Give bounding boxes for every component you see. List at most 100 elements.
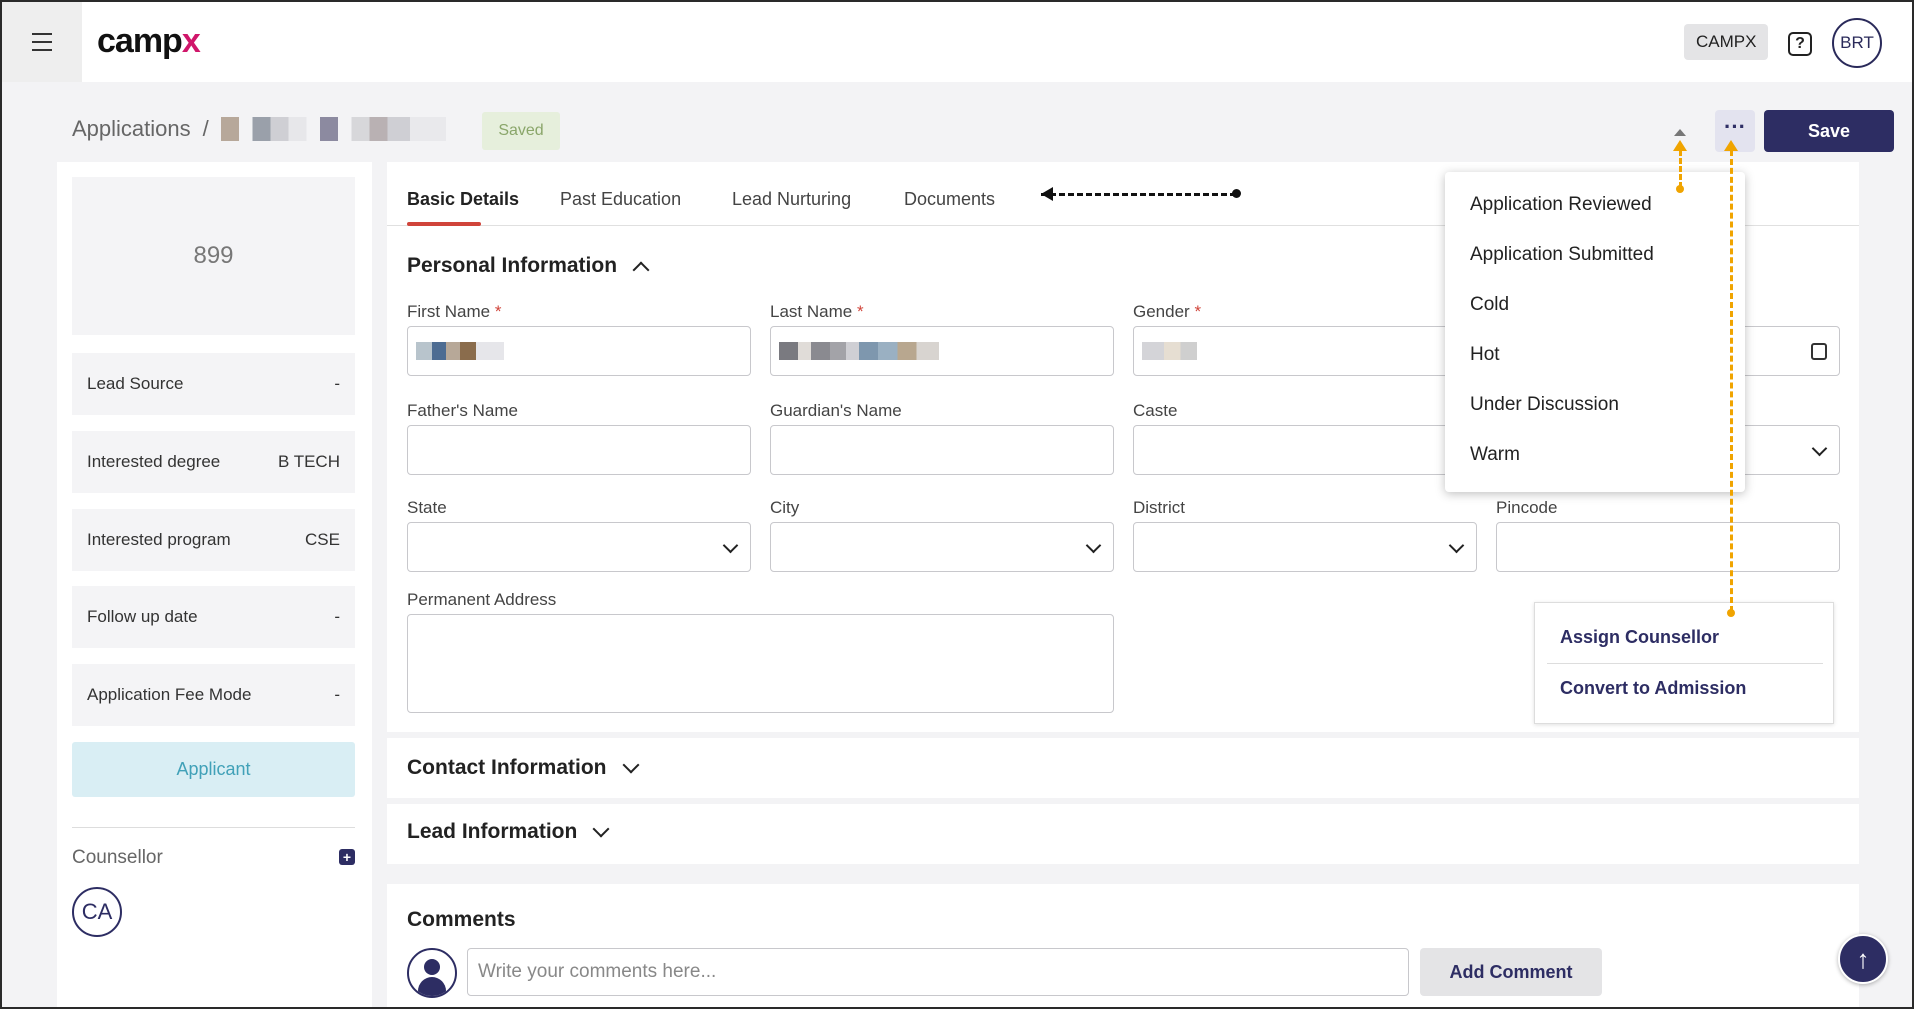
- more-options-menu: Assign Counsellor Convert to Admission: [1534, 602, 1834, 724]
- divider: [1547, 663, 1823, 664]
- annotation-arrow-line: [1041, 193, 1236, 196]
- breadcrumb-applications-link[interactable]: Applications: [72, 116, 191, 142]
- first-name-label: First Name *: [407, 302, 502, 321]
- add-counsellor-plus-icon[interactable]: +: [339, 849, 355, 865]
- add-comment-button[interactable]: Add Comment: [1420, 948, 1602, 996]
- info-row-lead-source: Lead Source -: [72, 353, 355, 415]
- breadcrumb-separator: /: [202, 116, 209, 141]
- fathers-name-label: Father's Name: [407, 401, 518, 420]
- annotation-arrow-line: [1730, 150, 1733, 612]
- personal-information-header[interactable]: Personal Information: [407, 254, 650, 279]
- chevron-down-icon[interactable]: [592, 820, 610, 838]
- chevron-down-icon[interactable]: [622, 756, 639, 774]
- info-label: Interested degree: [87, 452, 221, 471]
- stage-badge[interactable]: Applicant: [72, 742, 355, 797]
- section-title: Lead Information: [407, 820, 578, 843]
- counsellor-label: Counsellor: [72, 847, 163, 868]
- status-dropdown-menu: Application Reviewed Application Submitt…: [1445, 172, 1745, 492]
- chevron-down-icon[interactable]: [1811, 440, 1828, 457]
- chevron-down-icon[interactable]: [1448, 537, 1465, 554]
- divider: [72, 827, 355, 828]
- section-title: Personal Information: [407, 254, 618, 277]
- last-name-input[interactable]: [770, 326, 1114, 376]
- section-title: Contact Information: [407, 756, 607, 779]
- info-value: -: [334, 374, 340, 393]
- status-option[interactable]: Application Reviewed: [1445, 180, 1745, 230]
- comments-title: Comments: [407, 908, 516, 931]
- info-label: Application Fee Mode: [87, 685, 252, 704]
- last-name-label: Last Name *: [770, 302, 864, 321]
- gender-label: Gender *: [1133, 302, 1202, 321]
- info-label: Follow up date: [87, 607, 198, 626]
- campx-logo[interactable]: campx: [97, 22, 201, 61]
- assign-counsellor-item[interactable]: Assign Counsellor: [1560, 627, 1719, 648]
- chevron-down-icon[interactable]: [1085, 537, 1102, 554]
- status-option[interactable]: Warm: [1445, 430, 1745, 480]
- annotation-arrow-head: [1041, 187, 1053, 201]
- guardians-name-input[interactable]: [770, 425, 1114, 475]
- tab-documents[interactable]: Documents: [904, 189, 995, 210]
- redacted-value: [1142, 342, 1197, 360]
- info-row-interested-degree: Interested degree B TECH: [72, 431, 355, 493]
- org-badge[interactable]: CAMPX: [1684, 24, 1769, 60]
- fathers-name-input[interactable]: [407, 425, 751, 475]
- redacted-value: [779, 342, 939, 360]
- convert-to-admission-item[interactable]: Convert to Admission: [1560, 678, 1746, 699]
- annotation-arrow-dot: [1727, 609, 1735, 617]
- city-select[interactable]: [770, 522, 1114, 572]
- caste-input[interactable]: [1133, 425, 1477, 475]
- info-label: Interested program: [87, 530, 231, 549]
- comment-input[interactable]: Write your comments here...: [467, 948, 1409, 996]
- app-frame: campx CAMPX ? BRT Applications / Saved ·…: [2, 2, 1912, 1007]
- lead-information-section: Lead Information: [387, 804, 1859, 864]
- tab-lead-nurturing[interactable]: Lead Nurturing: [732, 189, 851, 210]
- redacted-value: [416, 342, 504, 360]
- info-value: CSE: [305, 530, 340, 549]
- annotation-arrow-line: [1679, 150, 1682, 188]
- top-bar: campx CAMPX ? BRT: [2, 2, 1912, 82]
- district-label: District: [1133, 498, 1185, 517]
- permanent-address-textarea[interactable]: [407, 614, 1114, 713]
- breadcrumb: Applications /: [72, 116, 446, 142]
- info-value: -: [334, 685, 340, 704]
- state-label: State: [407, 498, 447, 517]
- caste-label: Caste: [1133, 401, 1178, 420]
- saved-status-badge: Saved: [482, 112, 560, 150]
- calendar-icon[interactable]: [1811, 343, 1827, 360]
- info-row-follow-up-date: Follow up date -: [72, 586, 355, 648]
- status-option[interactable]: Under Discussion: [1445, 380, 1745, 430]
- gender-input[interactable]: [1133, 326, 1477, 376]
- tab-past-education[interactable]: Past Education: [560, 189, 681, 210]
- info-row-application-fee-mode: Application Fee Mode -: [72, 664, 355, 726]
- contact-information-header[interactable]: Contact Information: [407, 756, 639, 780]
- guardians-name-label: Guardian's Name: [770, 401, 902, 420]
- city-label: City: [770, 498, 800, 517]
- save-button[interactable]: Save: [1764, 110, 1894, 152]
- user-avatar[interactable]: BRT: [1832, 18, 1882, 68]
- info-value: -: [334, 607, 340, 626]
- scroll-to-top-icon[interactable]: ↑: [1838, 934, 1888, 984]
- chevron-up-icon[interactable]: [632, 261, 650, 279]
- district-select[interactable]: [1133, 522, 1477, 572]
- first-name-input[interactable]: [407, 326, 751, 376]
- lead-information-header[interactable]: Lead Information: [407, 820, 610, 844]
- caret-up-icon[interactable]: [1674, 129, 1686, 136]
- status-option[interactable]: Cold: [1445, 280, 1745, 330]
- counsellor-avatar[interactable]: CA: [72, 887, 122, 937]
- info-row-interested-program: Interested program CSE: [72, 509, 355, 571]
- pincode-input[interactable]: [1496, 522, 1840, 572]
- applicant-name-redacted: [220, 117, 446, 141]
- left-sidebar: 899 Lead Source - Interested degree B TE…: [57, 162, 372, 1007]
- status-option[interactable]: Hot: [1445, 330, 1745, 380]
- hamburger-menu-icon[interactable]: [2, 2, 82, 82]
- active-tab-indicator: [407, 222, 481, 226]
- pincode-label: Pincode: [1496, 498, 1558, 517]
- chevron-down-icon[interactable]: [722, 537, 739, 554]
- help-icon[interactable]: ?: [1788, 32, 1812, 56]
- tab-basic-details[interactable]: Basic Details: [407, 189, 519, 210]
- application-id: 899: [72, 177, 355, 335]
- info-value: B TECH: [277, 452, 340, 471]
- contact-information-section: Contact Information: [387, 738, 1859, 798]
- state-select[interactable]: [407, 522, 751, 572]
- status-option[interactable]: Application Submitted: [1445, 230, 1745, 280]
